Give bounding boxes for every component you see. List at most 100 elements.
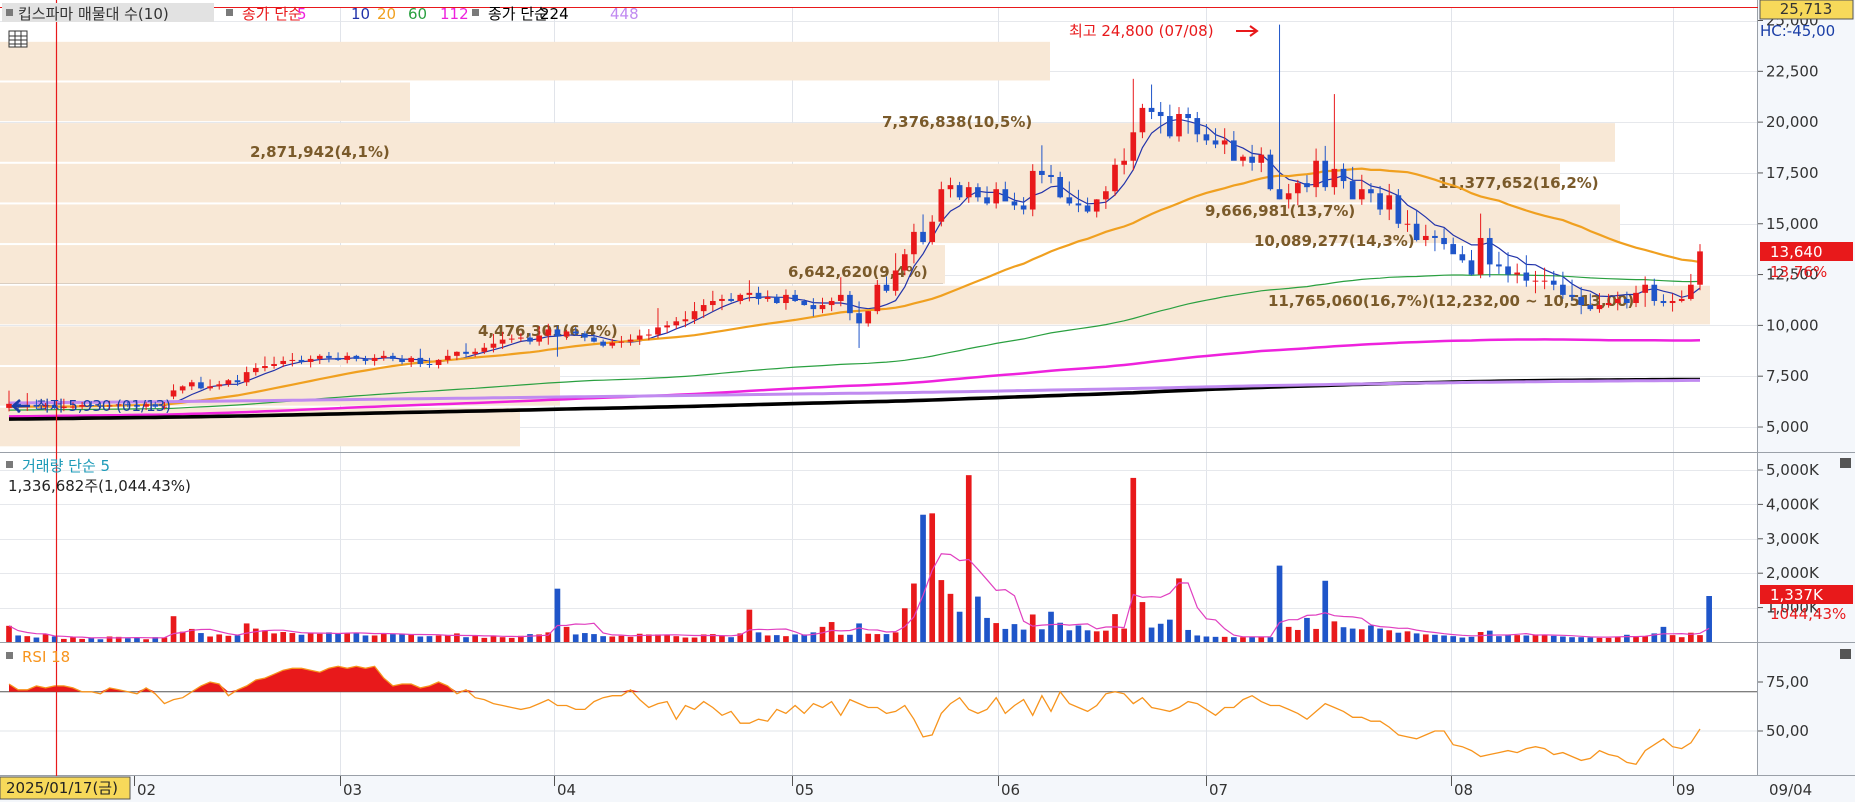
volume-title: 거래량 단순 5 (22, 457, 110, 475)
candle-body (956, 185, 963, 198)
volume-bar (353, 632, 360, 642)
price-tick-label: 22,500 (1766, 62, 1819, 80)
candle-body (673, 321, 680, 326)
volume-bar (1605, 637, 1612, 642)
candle-body (1011, 201, 1018, 206)
volume-bar (390, 634, 396, 642)
candle-body (1669, 300, 1676, 304)
candle-body (1386, 195, 1393, 210)
volume-bar (563, 626, 570, 642)
volume-bar (1294, 629, 1301, 642)
candle-body (371, 357, 378, 361)
candle-body (582, 333, 588, 338)
volume-bar (1230, 637, 1237, 642)
volume-bar (792, 634, 798, 642)
candle-body (435, 359, 442, 366)
volume-profile-label: 9,666,981(13,7%) (1205, 202, 1355, 220)
volume-bar (1331, 621, 1338, 642)
candle-body (700, 305, 707, 312)
candle-body (1029, 170, 1036, 210)
candle-body (1212, 140, 1219, 145)
volume-bar (1084, 630, 1091, 642)
volume-bar (134, 637, 140, 642)
volume-bar (1569, 637, 1575, 642)
candle-body (1578, 296, 1585, 306)
volume-bar (472, 635, 479, 642)
volume-bar (1377, 628, 1383, 642)
volume-bar (1404, 631, 1411, 642)
volume-bar (1157, 623, 1164, 642)
candle-body (518, 337, 524, 339)
volume-bar (865, 633, 872, 642)
volume-bar (1304, 617, 1310, 642)
ma-legend-square-icon (226, 9, 233, 16)
candle-body (1340, 168, 1347, 182)
candle-body (1642, 284, 1648, 293)
volume-bar (307, 633, 314, 642)
price-tick-label: 20,000 (1766, 113, 1819, 131)
candle-body (828, 300, 835, 306)
volume-bar (1020, 629, 1027, 642)
volume-tick-label: 5,000K (1766, 461, 1820, 479)
volume-bar (1432, 634, 1438, 642)
price-tick-label: 15,000 (1766, 215, 1819, 233)
x-tick-label: 03 (343, 781, 362, 799)
table-icon[interactable] (8, 30, 28, 48)
candle-body (179, 386, 186, 391)
volume-bar (408, 634, 415, 642)
volume-bar (728, 637, 734, 642)
volume-bar (1395, 632, 1402, 642)
volume-tick-label: 3,000K (1766, 530, 1820, 548)
rsi-panel-collapse-button[interactable] (1840, 649, 1851, 659)
candle-body (527, 337, 533, 342)
volume-bar (289, 633, 296, 642)
candle-body (1550, 280, 1557, 285)
candle-body (938, 189, 945, 222)
volume-bar (1176, 578, 1182, 642)
volume-bar (527, 634, 533, 642)
volume-bar (1441, 635, 1447, 642)
candle-body (1477, 237, 1484, 275)
candle-body (408, 357, 415, 362)
candle-body (709, 300, 716, 306)
candle-body (280, 360, 287, 364)
volume-value: 1,336,682주(1,044.43%) (8, 477, 191, 495)
candle-body (627, 339, 634, 342)
volume-bar (1450, 636, 1457, 642)
volume-bar (70, 637, 76, 642)
volume-bar (719, 635, 725, 642)
volume-bar (1459, 637, 1466, 642)
rsi-legend-square-icon (6, 652, 13, 659)
volume-panel-collapse-button[interactable] (1840, 458, 1851, 468)
volume-bar (627, 636, 634, 642)
candle-body (901, 254, 908, 271)
candle-body (1304, 183, 1310, 188)
volume-bar (1267, 637, 1274, 642)
volume-bar (819, 626, 826, 642)
candle-body (545, 329, 552, 336)
candle-body (1432, 235, 1438, 238)
top-price-value: 25,713 (1780, 0, 1833, 18)
chart-svg[interactable]: 2,968,407(4,2%)3,111,181(4,4%)4,476,301(… (0, 0, 1855, 802)
high-price-label: 최고 24,800 (07/08) (1069, 22, 1214, 40)
volume-bar (380, 633, 387, 642)
volume-profile-bar (0, 82, 410, 122)
candle-body (1185, 113, 1191, 119)
volume-bar (1669, 635, 1676, 642)
price-tick-label: 5,000 (1766, 418, 1809, 436)
volume-bar (335, 633, 341, 642)
volume-bar (956, 611, 963, 642)
volume-bar (1121, 628, 1127, 642)
candle-body (591, 337, 597, 342)
candle-body (746, 292, 753, 295)
candle-body (444, 355, 451, 360)
candle-body (1167, 116, 1173, 137)
ma112-legend: 112 (440, 5, 469, 23)
candle-body (554, 329, 561, 337)
stock-chart-panel[interactable]: 2,968,407(4,2%)3,111,181(4,4%)4,476,301(… (0, 0, 1855, 802)
candle-body (819, 305, 826, 310)
candle-body (362, 358, 369, 361)
volume-bar (673, 636, 680, 642)
price-tick-label: 7,500 (1766, 367, 1809, 385)
candle-body (463, 351, 469, 354)
